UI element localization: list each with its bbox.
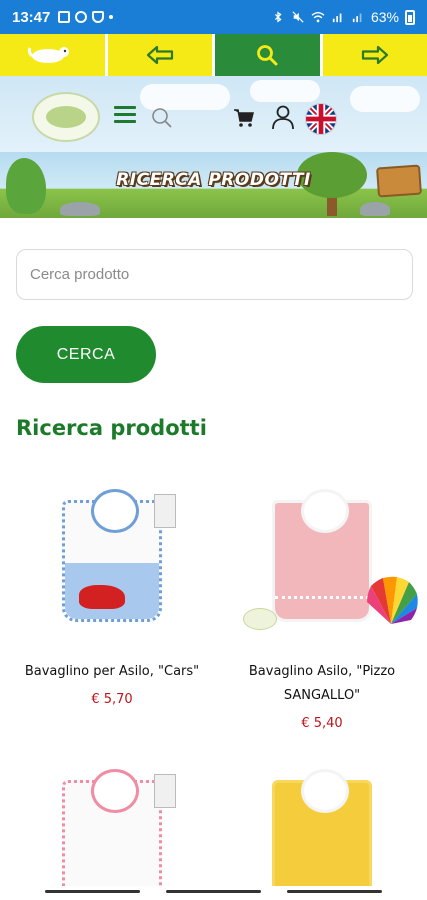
site-logo[interactable] — [32, 92, 100, 142]
search-input[interactable] — [16, 249, 413, 300]
product-name: Bavaglino Asilo, "Pizzo SANGALLO" — [248, 664, 396, 703]
search-icon — [257, 45, 278, 66]
status-bar: 13:47 63% — [0, 0, 427, 34]
gesture-segment — [166, 890, 261, 893]
site-header — [0, 76, 427, 152]
status-time: 13:47 — [12, 8, 51, 26]
product-price: € 5,40 — [301, 716, 343, 731]
hand-icon — [75, 11, 88, 23]
bib-illustration — [272, 489, 372, 622]
product-image[interactable] — [243, 480, 418, 630]
logo-mascot-icon — [28, 47, 70, 63]
product-name: Bavaglino per Asilo, "Cars" — [24, 664, 200, 679]
shield-icon — [92, 11, 105, 23]
search-button[interactable]: CERCA — [16, 326, 156, 383]
mute-icon — [292, 11, 304, 23]
product-image[interactable] — [247, 760, 397, 900]
product-card[interactable]: Bavaglino per Asilo, "Cars" € 5,70 — [12, 480, 212, 707]
bib-illustration — [62, 769, 162, 900]
color-fan-swatch — [367, 576, 418, 624]
product-card[interactable] — [12, 760, 212, 900]
page-banner: RICERCA PRODOTTI — [0, 152, 427, 218]
arrow-left-icon — [146, 45, 173, 65]
search-icon[interactable] — [150, 106, 174, 130]
bib-illustration — [272, 769, 372, 900]
menu-icon[interactable] — [114, 106, 136, 124]
gesture-segment — [45, 890, 140, 893]
fabric-swatch — [154, 774, 176, 808]
signal-icon — [332, 13, 342, 23]
product-image[interactable] — [37, 760, 187, 900]
uk-flag-icon[interactable] — [305, 103, 337, 135]
gallery-icon — [58, 11, 71, 23]
notification-icons — [58, 11, 114, 23]
battery-percent: 63% — [370, 9, 399, 25]
user-icon[interactable] — [271, 104, 295, 130]
product-card[interactable]: Bavaglino Asilo, "Pizzo SANGALLO" € 5,40 — [222, 480, 422, 731]
cart-icon[interactable] — [233, 107, 255, 129]
nav-home-button[interactable] — [0, 34, 105, 76]
nav-search-button[interactable] — [215, 34, 320, 76]
rock-illustration — [360, 202, 390, 216]
fabric-swatch — [154, 494, 176, 528]
bluetooth-icon — [274, 11, 282, 23]
arrow-right-icon — [361, 45, 388, 65]
bib-illustration — [62, 489, 162, 622]
signal-2-icon — [352, 13, 362, 23]
system-gesture-bar — [0, 886, 427, 900]
rock-illustration — [60, 202, 100, 216]
cloud-decoration — [350, 86, 420, 112]
nav-back-button[interactable] — [107, 34, 212, 76]
product-card[interactable] — [222, 760, 422, 900]
gesture-segment — [287, 890, 382, 893]
brand-logo-watermark — [243, 608, 277, 630]
dot-icon — [109, 15, 114, 19]
product-price: € 5,70 — [91, 692, 133, 707]
banner-title: RICERCA PRODOTTI — [116, 170, 311, 190]
top-navigation — [0, 34, 427, 76]
status-right: 63% — [271, 9, 415, 25]
product-image[interactable] — [37, 480, 187, 630]
cloud-decoration — [250, 80, 320, 102]
section-title: Ricerca prodotti — [16, 416, 207, 440]
wifi-icon — [311, 12, 325, 23]
nav-forward-button[interactable] — [322, 34, 427, 76]
app-screen: { "status_bar": { "time": "13:47", "batt… — [0, 0, 427, 900]
battery-icon — [405, 9, 415, 25]
